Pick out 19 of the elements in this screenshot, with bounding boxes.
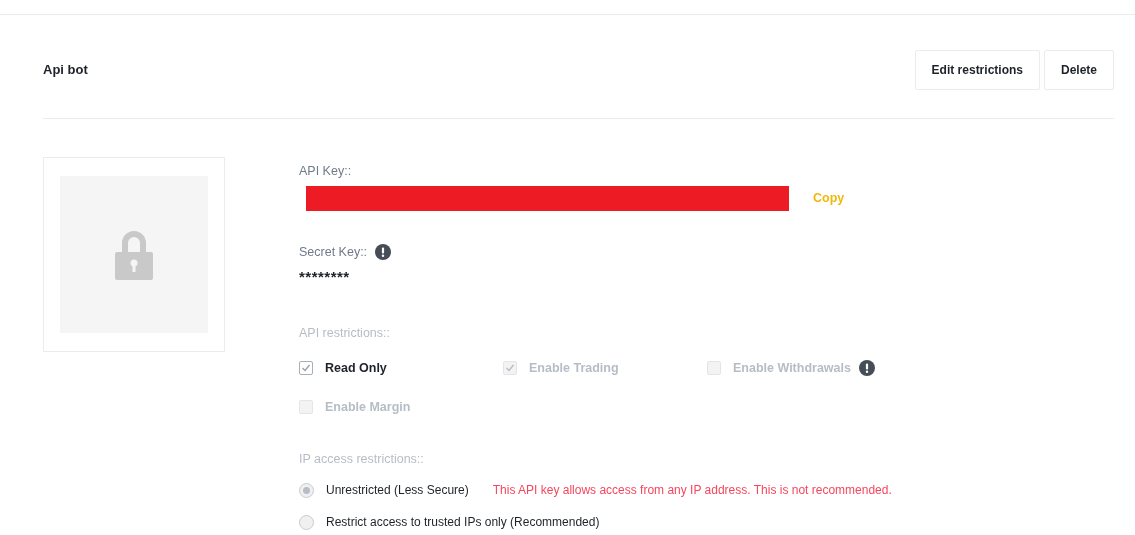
radio-button[interactable] (299, 514, 314, 530)
info-icon[interactable] (375, 244, 392, 261)
option-label: Enable Margin (325, 398, 411, 416)
option-label: Read Only (325, 359, 387, 377)
warning-text: This API key allows access from any IP address. This is not recommended. (492, 482, 892, 499)
field-label: Secret Key:: (299, 243, 368, 261)
radio-button[interactable] (299, 482, 314, 498)
field-label: API Key:: (299, 163, 353, 180)
secret-value: ******** (299, 266, 351, 287)
option-label: Enable Withdrawals (733, 359, 851, 377)
edit-button[interactable]: Edit restrictions (914, 49, 1040, 90)
option-label: Restrict access to trusted IPs only (Recommended) (326, 514, 600, 531)
section-label: API restrictions:: (299, 325, 391, 342)
delete-button[interactable]: Delete (1043, 49, 1114, 90)
page-title: Api bot (43, 60, 88, 79)
section-label: IP access restrictions:: (299, 451, 425, 469)
option-label: Enable Trading (529, 359, 619, 377)
checkbox[interactable] (299, 361, 313, 376)
option-label: Unrestricted (Less Secure) (326, 482, 469, 499)
